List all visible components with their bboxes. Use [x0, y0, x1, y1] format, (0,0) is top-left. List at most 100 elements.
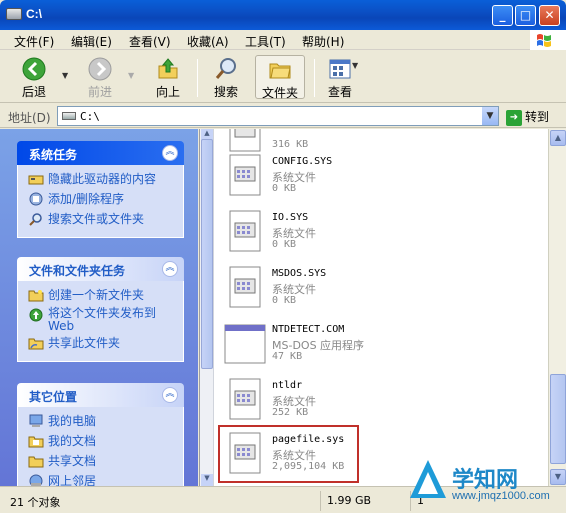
task-label: 共享此文件夹	[48, 336, 121, 350]
forward-dropdown-icon[interactable]: ▼	[128, 71, 134, 80]
network-places-link[interactable]: 网上邻居	[28, 473, 183, 486]
folders-icon	[269, 63, 291, 79]
add-remove-programs-link[interactable]: 添加/删除程序	[28, 191, 183, 211]
search-button[interactable]: 搜索	[206, 55, 246, 99]
go-arrow-icon: ➜	[506, 109, 522, 126]
menu-file[interactable]: 文件(F)	[14, 33, 54, 50]
share-folder-link[interactable]: 共享此文件夹	[28, 335, 183, 355]
address-input[interactable]: C:\ ▼	[57, 106, 499, 126]
file-tasks-body: 创建一个新文件夹 将这个文件夹发布到 Web 共享此文件夹	[17, 281, 184, 362]
scroll-down-icon[interactable]: ▼	[201, 474, 213, 486]
search-icon	[29, 213, 42, 226]
shared-documents-link[interactable]: 共享文档	[28, 453, 183, 473]
file-item[interactable]: CONFIG.SYS 系统文件 0 KB	[220, 151, 520, 207]
folders-label: 文件夹	[261, 86, 298, 100]
system-file-icon	[229, 266, 261, 308]
forward-arrow-icon	[88, 57, 112, 81]
address-dropdown-icon[interactable]: ▼	[482, 107, 498, 125]
task-label: 我的文档	[48, 434, 97, 448]
network-icon	[29, 474, 43, 486]
inner-scrollbar[interactable]: ▲ ▼	[200, 129, 214, 486]
system-tasks-title: 系统任务	[29, 148, 78, 162]
file-list: ▲ ▼ 316 KB CONFIG.SYS 系统文件 0 KB IO.SYS 系…	[199, 129, 548, 486]
window-title: C:\	[26, 7, 42, 21]
task-label-web: Web	[48, 319, 75, 333]
toolbar-separator	[314, 59, 315, 97]
my-computer-link[interactable]: 我的电脑	[28, 413, 183, 433]
other-places-title: 其它位置	[29, 390, 78, 404]
views-dropdown-icon[interactable]: ▼	[352, 61, 358, 70]
drive-hide-icon	[28, 175, 44, 185]
views-label: 查看	[327, 85, 352, 99]
menu-help[interactable]: 帮助(H)	[302, 33, 344, 50]
collapse-icon[interactable]: ︽	[162, 387, 178, 403]
close-button[interactable]: ✕	[539, 5, 560, 26]
back-label: 后退	[21, 85, 46, 99]
new-folder-link[interactable]: 创建一个新文件夹	[28, 287, 183, 307]
menu-edit[interactable]: 编辑(E)	[71, 33, 112, 50]
other-places-body: 我的电脑 我的文档 共享文档 网上邻居	[17, 407, 184, 486]
file-item[interactable]: NTDETECT.COM MS-DOS 应用程序 47 KB	[220, 319, 520, 375]
folders-button[interactable]: 文件夹	[255, 55, 305, 100]
file-size: 0 KB	[272, 239, 297, 250]
drive-icon	[62, 112, 76, 120]
menu-view[interactable]: 查看(V)	[129, 33, 171, 50]
up-label: 向上	[155, 85, 180, 99]
search-files-link[interactable]: 搜索文件或文件夹	[28, 211, 183, 231]
other-places-header[interactable]: 其它位置 ︽	[17, 383, 184, 407]
views-icon	[329, 59, 351, 79]
collapse-icon[interactable]: ︽	[162, 145, 178, 161]
address-value: C:\	[80, 110, 100, 123]
task-pane: 系统任务 ︽ 隐藏此驱动器的内容 添加/删除程序 搜索文件或文件夹 文件和文件夹…	[0, 129, 198, 486]
task-label: 将这个文件夹发布到	[48, 306, 157, 320]
my-documents-link[interactable]: 我的文档	[28, 433, 183, 453]
search-label: 搜索	[213, 85, 238, 99]
watermark: 学知网 www.jmqz1000.com	[400, 448, 566, 510]
maximize-button[interactable]: □	[515, 5, 536, 26]
drive-size: 1.99 GB	[320, 491, 410, 511]
file-size: 0 KB	[272, 183, 297, 194]
system-tasks-body: 隐藏此驱动器的内容 添加/删除程序 搜索文件或文件夹	[17, 165, 184, 238]
system-tasks-header[interactable]: 系统任务 ︽	[17, 141, 184, 165]
back-arrow-icon	[22, 57, 46, 81]
toolbar-separator	[197, 59, 198, 97]
title-bar[interactable]: C:\ _ □ ✕	[0, 0, 566, 30]
dos-application-icon	[224, 324, 266, 364]
go-label: 转到	[525, 110, 550, 124]
address-label: 地址(D)	[8, 111, 51, 125]
toolbar: 后退 ▼ 前进 ▼ 向上 搜索 文件夹 查看 ▼	[0, 51, 566, 103]
scroll-up-icon[interactable]: ▲	[550, 130, 566, 146]
vertical-scrollbar[interactable]: ▲ ▼	[548, 129, 566, 486]
up-button[interactable]: 向上	[148, 55, 188, 99]
collapse-icon[interactable]: ︽	[162, 261, 178, 277]
file-name: ntldr	[272, 380, 303, 391]
file-item[interactable]: MSDOS.SYS 系统文件 0 KB	[220, 263, 520, 319]
task-label: 创建一个新文件夹	[48, 288, 145, 302]
menu-bar: 文件(F) 编辑(E) 查看(V) 收藏(A) 工具(T) 帮助(H)	[0, 30, 566, 50]
file-item[interactable]: IO.SYS 系统文件 0 KB	[220, 207, 520, 263]
file-item[interactable]: ntldr 系统文件 252 KB	[220, 375, 520, 431]
forward-button[interactable]: 前进	[80, 55, 120, 99]
file-size: 316 KB	[272, 139, 309, 150]
scrollbar-thumb[interactable]	[201, 139, 213, 369]
go-button[interactable]: ➜ 转到	[506, 108, 549, 126]
task-label: 搜索文件或文件夹	[48, 212, 145, 226]
file-tasks-panel: 文件和文件夹任务 ︽ 创建一个新文件夹 将这个文件夹发布到 Web 共享此文件夹	[17, 257, 184, 362]
menu-favorites[interactable]: 收藏(A)	[187, 33, 229, 50]
task-label: 共享文档	[48, 454, 97, 468]
windows-flag-icon	[537, 34, 551, 47]
system-file-icon	[229, 378, 261, 420]
file-size: 252 KB	[272, 407, 309, 418]
menu-tools[interactable]: 工具(T)	[245, 33, 286, 50]
file-size: 0 KB	[272, 295, 297, 306]
watermark-logo-icon	[410, 460, 446, 498]
folder-up-icon	[158, 58, 178, 79]
back-dropdown-icon[interactable]: ▼	[62, 71, 68, 80]
system-file-icon	[229, 154, 261, 196]
file-size: 47 KB	[272, 351, 303, 362]
hide-drive-contents-link[interactable]: 隐藏此驱动器的内容	[28, 171, 183, 191]
back-button[interactable]: 后退	[14, 55, 54, 99]
minimize-button[interactable]: _	[492, 5, 513, 26]
publish-to-web-link[interactable]: 将这个文件夹发布到 Web	[28, 307, 183, 335]
file-tasks-header[interactable]: 文件和文件夹任务 ︽	[17, 257, 184, 281]
